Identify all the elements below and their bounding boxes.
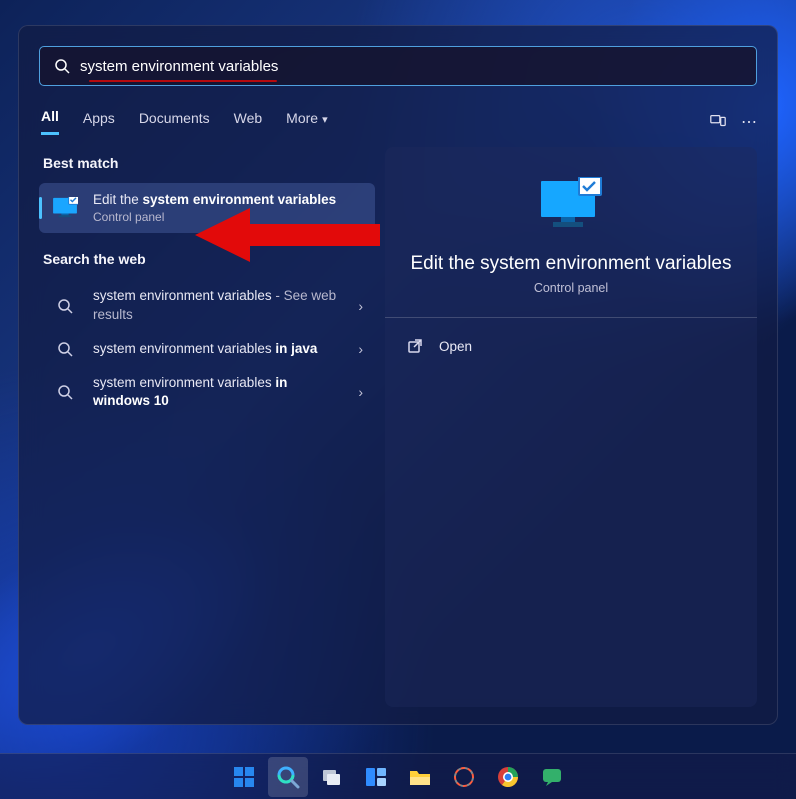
widgets-button[interactable] bbox=[356, 757, 396, 797]
search-button[interactable] bbox=[268, 757, 308, 797]
best-match-heading: Best match bbox=[43, 155, 375, 171]
search-icon bbox=[57, 341, 73, 357]
result-text: system environment variables in java bbox=[93, 340, 344, 358]
result-text: system environment variables in windows … bbox=[93, 374, 344, 410]
web-result[interactable]: system environment variables in windows … bbox=[39, 366, 375, 418]
chevron-down-icon: ▾ bbox=[322, 114, 328, 126]
tab-all[interactable]: All bbox=[41, 108, 59, 135]
search-web-heading: Search the web bbox=[43, 251, 375, 267]
tab-web[interactable]: Web bbox=[234, 110, 263, 134]
detail-pane: Edit the system environment variables Co… bbox=[385, 147, 757, 707]
separator bbox=[385, 317, 757, 318]
chrome-button[interactable] bbox=[488, 757, 528, 797]
monitor-icon bbox=[52, 197, 78, 219]
tab-apps[interactable]: Apps bbox=[83, 110, 115, 134]
start-button[interactable] bbox=[224, 757, 264, 797]
tab-more[interactable]: More▾ bbox=[286, 110, 327, 134]
search-icon bbox=[57, 298, 73, 314]
search-input[interactable] bbox=[80, 58, 742, 75]
chevron-right-icon: › bbox=[358, 341, 363, 357]
app-button[interactable] bbox=[444, 757, 484, 797]
search-icon bbox=[57, 384, 73, 400]
phone-link-icon[interactable] bbox=[709, 112, 727, 130]
task-view-button[interactable] bbox=[312, 757, 352, 797]
open-label: Open bbox=[439, 339, 472, 354]
result-text: system environment variables - See web r… bbox=[93, 287, 344, 323]
more-options-icon[interactable]: ⋯ bbox=[741, 112, 757, 132]
web-result[interactable]: system environment variables in java › bbox=[39, 332, 375, 366]
detail-sub: Control panel bbox=[407, 281, 735, 295]
taskbar bbox=[0, 753, 796, 799]
open-external-icon bbox=[407, 338, 423, 354]
filter-tabs: All Apps Documents Web More▾ ⋯ bbox=[41, 108, 757, 135]
chevron-right-icon: › bbox=[358, 384, 363, 400]
annotation-underline bbox=[89, 80, 277, 82]
tab-documents[interactable]: Documents bbox=[139, 110, 210, 134]
search-icon bbox=[54, 58, 70, 74]
results-column: Best match Edit the system environment v… bbox=[39, 147, 375, 707]
file-explorer-button[interactable] bbox=[400, 757, 440, 797]
open-action[interactable]: Open bbox=[407, 326, 735, 366]
result-text: Edit the system environment variables Co… bbox=[93, 191, 363, 225]
chevron-right-icon: › bbox=[358, 298, 363, 314]
web-result[interactable]: system environment variables - See web r… bbox=[39, 279, 375, 331]
detail-title: Edit the system environment variables bbox=[407, 253, 735, 275]
best-match-result[interactable]: Edit the system environment variables Co… bbox=[39, 183, 375, 233]
chat-button[interactable] bbox=[532, 757, 572, 797]
start-search-panel: All Apps Documents Web More▾ ⋯ Best matc… bbox=[18, 25, 778, 725]
monitor-large-icon bbox=[539, 177, 603, 233]
